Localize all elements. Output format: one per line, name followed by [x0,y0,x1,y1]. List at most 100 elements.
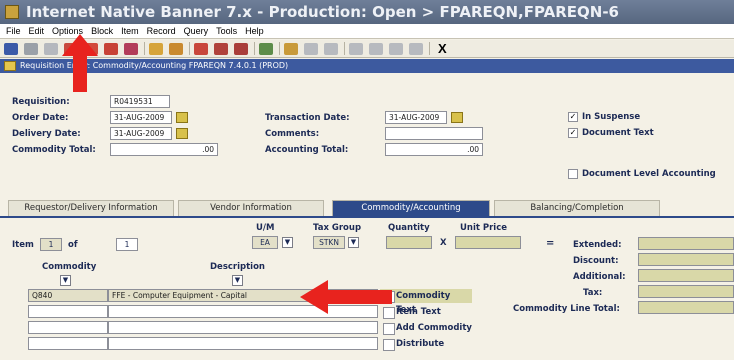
menu-record[interactable]: Record [147,24,176,38]
requisition-label: Requisition: [12,97,70,107]
tab-requestor-delivery[interactable]: Requestor/Delivery Information [8,200,174,216]
add-commodity-button[interactable]: Add Commodity [380,321,472,335]
list-icon[interactable] [304,42,318,55]
um-dropdown-icon[interactable]: ▼ [282,237,293,248]
menu-bar: File Edit Options Block Item Record Quer… [0,24,734,39]
commodity-text-checkbox[interactable]: Commodity Text [380,289,472,315]
additional-label: Additional: [573,272,626,282]
tax-group-field[interactable]: STKN [313,236,345,249]
document-level-accounting-label: Document Level Accounting [582,169,716,179]
save-icon[interactable] [4,42,18,55]
description-dropdown-icon[interactable]: ▼ [232,275,243,286]
accounting-total-field[interactable]: .00 [385,143,483,156]
document-text-label: Document Text [582,128,654,138]
transaction-date-calendar-icon[interactable] [451,112,463,123]
discount-label: Discount: [573,256,619,266]
calendar-icon[interactable] [389,42,403,55]
close-icon[interactable]: X [438,41,447,56]
menu-edit[interactable]: Edit [29,24,45,38]
um-field[interactable]: EA [252,236,278,249]
document-level-accounting-checkbox[interactable] [568,169,578,179]
delivery-date-field[interactable]: 31-AUG-2009 [110,127,172,140]
tab-vendor-information[interactable]: Vendor Information [178,200,324,216]
select-icon[interactable] [44,42,58,55]
next-record-icon[interactable] [149,42,163,55]
tab-underline [0,216,734,218]
order-date-label: Order Date: [12,113,69,123]
in-suspense-label: In Suspense [582,112,641,122]
menu-query[interactable]: Query [184,24,209,38]
tax-group-dropdown-icon[interactable]: ▼ [348,237,359,248]
um-header: U/M [256,223,275,233]
menu-tools[interactable]: Tools [216,24,237,38]
commodity-code-row-4[interactable] [28,337,108,350]
commodity-line-total-field [638,301,734,314]
requisition-field[interactable]: R0419531 [110,95,170,108]
unit-price-field[interactable] [455,236,521,249]
commodity-search-dropdown-icon[interactable]: ▼ [60,275,71,286]
commodity-description-row-4[interactable] [108,337,378,350]
delivery-date-label: Delivery Date: [12,129,81,139]
tab-commodity-accounting[interactable]: Commodity/Accounting [332,200,490,216]
equals-glyph: = [546,238,555,249]
accounting-total-label: Accounting Total: [265,145,349,155]
item-text-checkbox[interactable]: Item Text [380,305,472,319]
menu-item[interactable]: Item [121,24,139,38]
help-icon[interactable] [409,42,423,55]
item-number-field[interactable]: 1 [40,238,62,251]
rollback-icon[interactable] [24,42,38,55]
app-icon [5,5,19,19]
extended-field [638,237,734,250]
tax-group-header: Tax Group [313,223,362,233]
of-label: of [68,240,78,250]
commodity-description-row-3[interactable] [108,321,378,334]
delivery-date-calendar-icon[interactable] [176,128,188,139]
comments-field[interactable] [385,127,483,140]
attach-icon[interactable] [349,42,363,55]
times-glyph: X [440,238,447,248]
print-icon[interactable] [284,42,298,55]
item-label: Item [12,240,34,250]
order-date-field[interactable]: 31-AUG-2009 [110,111,172,124]
menu-help[interactable]: Help [245,24,264,38]
commodity-line-total-label: Commodity Line Total: [513,304,620,314]
discount-field [638,253,734,266]
item-properties-icon[interactable] [369,42,383,55]
unit-price-header: Unit Price [460,223,508,233]
tax-label: Tax: [583,288,603,298]
quantity-field[interactable] [386,236,432,249]
quantity-header: Quantity [388,223,430,233]
next-block-icon[interactable] [104,42,118,55]
transaction-date-label: Transaction Date: [265,113,350,123]
form-title-bar: Requisition Entry: Commodity/Accounting … [0,59,734,73]
extended-label: Extended: [573,240,622,250]
remove-record-icon[interactable] [194,42,208,55]
search-icon[interactable] [259,42,273,55]
commodity-total-label: Commodity Total: [12,145,96,155]
item-count-field: 1 [116,238,138,251]
distribute-button[interactable]: Distribute [380,337,472,351]
toolbar: X [0,40,734,58]
commodity-code-row-3[interactable] [28,321,108,334]
window-title: Internet Native Banner 7.x - Production:… [26,3,619,21]
in-suspense-checkbox[interactable]: ✓ [568,112,578,122]
commodity-code-row-2[interactable] [28,305,108,318]
execute-query-icon[interactable] [234,42,248,55]
commodity-total-field[interactable]: .00 [110,143,218,156]
description-column-header: Description [210,262,265,272]
order-date-calendar-icon[interactable] [176,112,188,123]
enter-query-icon[interactable] [214,42,228,55]
document-text-checkbox[interactable]: ✓ [568,128,578,138]
tab-balancing-completion[interactable]: Balancing/Completion [494,200,660,216]
annotation-arrow-up [62,34,98,92]
count-query-icon[interactable] [324,42,338,55]
insert-record-icon[interactable] [169,42,183,55]
commodity-column-header: Commodity [42,262,97,272]
commodity-code-row-1[interactable]: Q840 [28,289,108,302]
menu-file[interactable]: File [6,24,21,38]
window-title-bar: Internet Native Banner 7.x - Production:… [0,0,734,24]
transaction-date-field[interactable]: 31-AUG-2009 [385,111,447,124]
previous-record-icon[interactable] [124,42,138,55]
form-icon [4,61,16,71]
form-title: Requisition Entry: Commodity/Accounting … [20,61,289,70]
